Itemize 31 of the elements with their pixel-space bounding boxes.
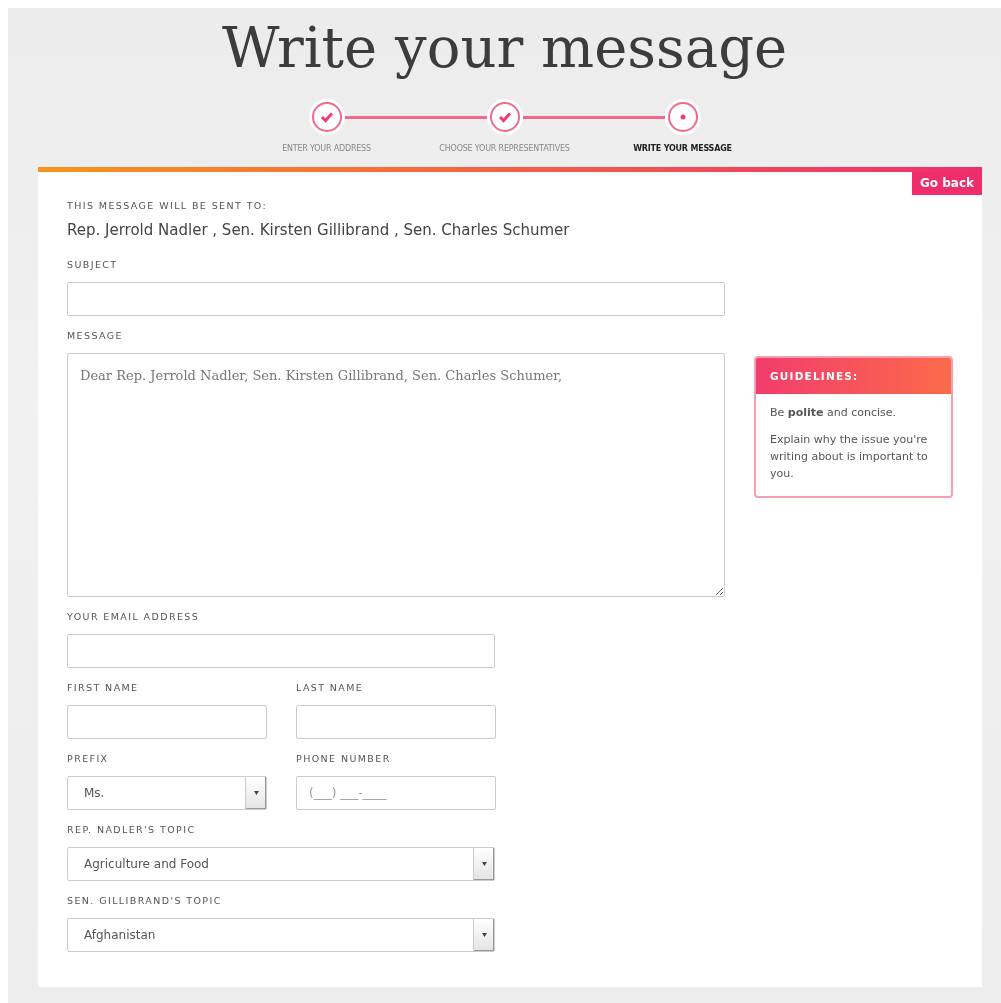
step-label: ENTER YOUR ADDRESS — [282, 144, 371, 153]
text-field[interactable] — [67, 705, 267, 739]
subject-field[interactable] — [67, 282, 725, 316]
select-field[interactable]: Afghanistan — [67, 918, 495, 952]
field-label: SEN. GILLIBRAND'S TOPIC — [67, 895, 223, 907]
field-label: PREFIX — [67, 753, 110, 765]
field-label: REP. NADLER'S TOPIC — [67, 824, 197, 836]
field-label: THIS MESSAGE WILL BE SENT TO: — [67, 200, 269, 212]
page-title: Write your message — [220, 14, 789, 82]
text-field[interactable] — [296, 705, 496, 739]
field-label: FIRST NAME — [67, 682, 140, 694]
field-label: YOUR EMAIL ADDRESS — [67, 611, 201, 623]
field-label: SUBJECT — [67, 259, 119, 271]
field-label: MESSAGE — [67, 330, 124, 342]
guideline-text: Be polite and concise. — [769, 405, 898, 421]
select-field[interactable]: Agriculture and Food — [67, 847, 495, 881]
text-field[interactable] — [67, 634, 495, 668]
caret-icon — [253, 791, 259, 795]
field-label: PHONE NUMBER — [296, 753, 392, 765]
field-label: LAST NAME — [296, 682, 365, 694]
go-back-button[interactable]: Go back — [911, 172, 982, 195]
step-label: WRITE YOUR MESSAGE — [633, 144, 732, 153]
select-field[interactable]: Ms. — [67, 776, 267, 810]
text-field[interactable]: (___) ___-____ — [296, 776, 496, 810]
guidelines-title: GUIDELINES: — [756, 358, 951, 394]
caret-icon — [481, 933, 487, 937]
step-label: CHOOSE YOUR REPRESENTATIVES — [439, 144, 570, 153]
recipients-text: Rep. Jerrold Nadler , Sen. Kirsten Gillibrand , Sen. Charles Schumer — [67, 221, 571, 239]
caret-icon — [481, 862, 487, 866]
message-field[interactable]: Dear Rep. Jerrold Nadler, Sen. Kirsten Gillibrand, Sen. Charles Schumer, — [67, 353, 725, 597]
guideline-text: Explain why the issue you're writing about is important to you. — [769, 432, 929, 482]
